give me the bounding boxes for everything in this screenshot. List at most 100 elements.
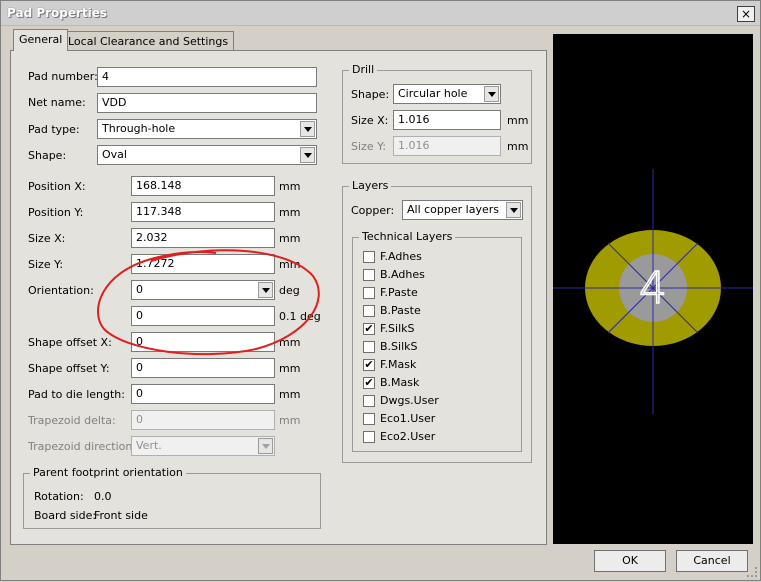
pad-to-die-label: Pad to die length:: [28, 388, 125, 401]
checkbox-b-paste[interactable]: [363, 305, 375, 317]
trapezoid-direction-value: Vert.: [136, 439, 162, 452]
shape-select[interactable]: Oval: [97, 145, 317, 165]
pad-number-label: Pad number:: [28, 70, 98, 83]
drill-title: Drill: [349, 63, 378, 76]
position-x-label: Position X:: [28, 180, 86, 193]
checkbox-eco2-user[interactable]: [363, 431, 375, 443]
checkbox-b-silks[interactable]: [363, 341, 375, 353]
shape-offset-y-input[interactable]: 0: [131, 358, 275, 378]
drill-shape-select[interactable]: Circular hole: [393, 84, 501, 104]
chevron-down-icon[interactable]: [258, 282, 273, 298]
drill-size-x-label: Size X:: [351, 114, 389, 127]
orientation-custom-unit: 0.1 deg: [279, 310, 321, 323]
orientation-label: Orientation:: [28, 284, 94, 297]
technical-layers-group: Technical Layers F.Adhes B.Adhes F.Paste B.…: [352, 230, 522, 452]
shape-offset-x-input[interactable]: 0: [131, 332, 275, 352]
position-y-input[interactable]: 117.348: [131, 202, 275, 222]
layers-group: Layers Copper: All copper layers Technic…: [342, 179, 532, 463]
orientation-custom-input[interactable]: 0: [131, 306, 275, 326]
shape-label: Shape:: [28, 149, 67, 162]
copper-select[interactable]: All copper layers: [402, 200, 523, 220]
ok-button[interactable]: OK: [594, 550, 666, 572]
drill-shape-value: Circular hole: [398, 87, 468, 100]
size-y-label: Size Y:: [28, 258, 64, 271]
net-name-input[interactable]: VDD: [97, 93, 317, 113]
tab-general[interactable]: General: [13, 29, 69, 51]
chevron-down-icon[interactable]: [484, 86, 499, 102]
drill-size-x-input[interactable]: 1.016: [393, 110, 501, 130]
checkbox-f-silks[interactable]: ✔: [363, 323, 375, 335]
layer-label: Dwgs.User: [380, 394, 439, 407]
copper-label: Copper:: [351, 204, 395, 217]
chevron-down-icon[interactable]: [300, 147, 315, 163]
rotation-value: 0.0: [94, 490, 112, 503]
shape-offset-y-unit: mm: [279, 362, 301, 375]
checkbox-b-adhes[interactable]: [363, 269, 375, 281]
pad-to-die-input[interactable]: 0: [131, 384, 275, 404]
size-x-input[interactable]: 2.032: [131, 228, 275, 248]
technical-layers-title: Technical Layers: [359, 230, 456, 243]
drill-size-y-unit: mm: [507, 140, 529, 153]
position-y-label: Position Y:: [28, 206, 84, 219]
orientation-select[interactable]: 0: [131, 280, 275, 300]
layer-label: B.SilkS: [380, 340, 418, 353]
drill-size-y-label: Size Y:: [351, 140, 387, 153]
pad-properties-dialog: Pad Properties × General Local Clearance…: [0, 0, 761, 581]
size-x-unit: mm: [279, 232, 301, 245]
tab-local-clearance[interactable]: Local Clearance and Settings: [62, 31, 235, 51]
chevron-down-icon[interactable]: [300, 121, 315, 137]
size-y-input[interactable]: 1.7272: [131, 254, 275, 274]
drill-size-x-unit: mm: [507, 114, 529, 127]
pad-number-text: 4: [639, 263, 667, 314]
shape-offset-x-label: Shape offset X:: [28, 336, 112, 349]
board-side-label: Board side:: [34, 509, 97, 522]
checkbox-dwgs-user[interactable]: [363, 395, 375, 407]
shape-value: Oval: [102, 148, 127, 161]
close-icon: ×: [740, 7, 752, 21]
pad-number-input[interactable]: 4: [97, 67, 317, 87]
orientation-value: 0: [136, 283, 143, 296]
checkbox-f-adhes[interactable]: [363, 251, 375, 263]
layer-label: Eco2.User: [380, 430, 436, 443]
pad-preview: 4: [553, 34, 753, 544]
general-panel: Pad number: 4 Net name: VDD Pad type: Th…: [10, 50, 547, 545]
checkbox-eco1-user[interactable]: [363, 413, 375, 425]
trapezoid-direction-label: Trapezoid direction:: [28, 440, 137, 453]
pad-preview-canvas: 4: [553, 169, 753, 414]
dialog-title: Pad Properties: [7, 6, 108, 20]
resize-grip[interactable]: [747, 567, 757, 577]
layers-title: Layers: [349, 179, 392, 192]
drill-group: Drill Shape: Circular hole Size X: 1.016…: [342, 63, 532, 164]
pad-to-die-unit: mm: [279, 388, 301, 401]
trapezoid-delta-label: Trapezoid delta:: [28, 414, 116, 427]
checkbox-b-mask[interactable]: ✔: [363, 377, 375, 389]
chevron-down-icon[interactable]: [506, 202, 521, 218]
layer-label: B.Mask: [380, 376, 420, 389]
checkbox-f-paste[interactable]: [363, 287, 375, 299]
position-x-unit: mm: [279, 180, 301, 193]
pad-type-select[interactable]: Through-hole: [97, 119, 317, 139]
trapezoid-delta-input[interactable]: 0: [131, 410, 275, 430]
drill-size-y-input[interactable]: 1.016: [393, 136, 501, 156]
pad-type-label: Pad type:: [28, 123, 80, 136]
trapezoid-direction-select[interactable]: Vert.: [131, 436, 275, 456]
board-side-value: Front side: [94, 509, 148, 522]
shape-offset-y-label: Shape offset Y:: [28, 362, 110, 375]
close-button[interactable]: ×: [737, 6, 755, 22]
size-y-unit: mm: [279, 258, 301, 271]
chevron-down-icon[interactable]: [258, 438, 273, 454]
title-bar[interactable]: Pad Properties ×: [1, 1, 760, 26]
position-x-input[interactable]: 168.148: [131, 176, 275, 196]
parent-orientation-group: Parent footprint orientation Rotation: 0…: [23, 466, 321, 529]
layer-label: F.Paste: [380, 286, 418, 299]
parent-orientation-title: Parent footprint orientation: [30, 466, 186, 479]
layer-label: B.Adhes: [380, 268, 425, 281]
cancel-button[interactable]: Cancel: [676, 550, 748, 572]
checkbox-f-mask[interactable]: ✔: [363, 359, 375, 371]
size-x-label: Size X:: [28, 232, 66, 245]
layer-label: Eco1.User: [380, 412, 436, 425]
copper-value: All copper layers: [407, 203, 499, 216]
pad-type-value: Through-hole: [102, 122, 176, 135]
orientation-unit: deg: [279, 284, 300, 297]
layer-label: B.Paste: [380, 304, 421, 317]
